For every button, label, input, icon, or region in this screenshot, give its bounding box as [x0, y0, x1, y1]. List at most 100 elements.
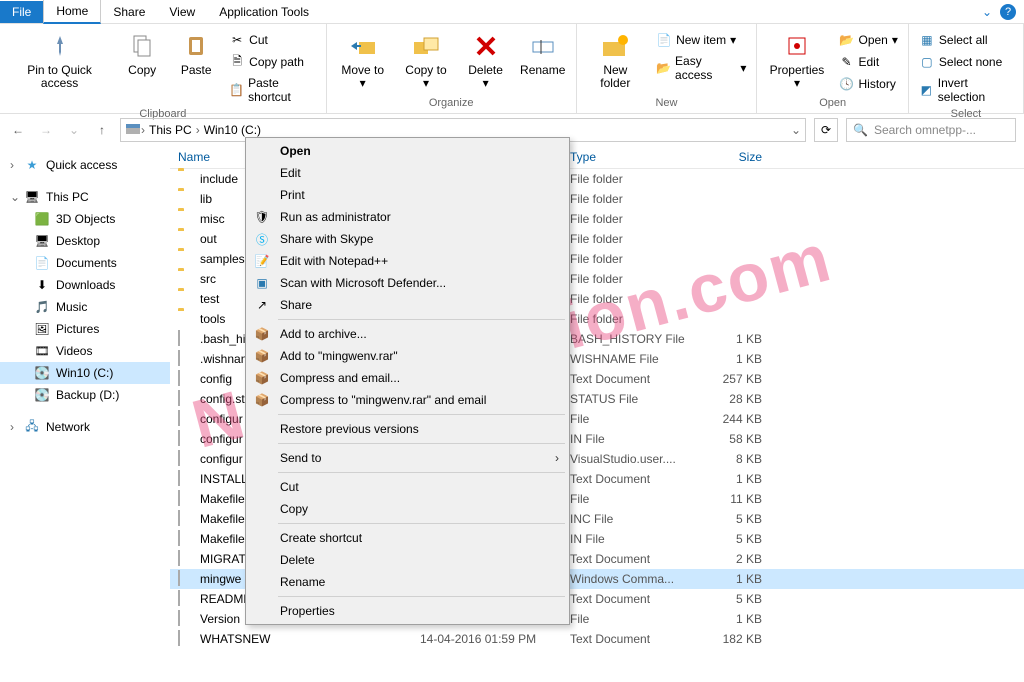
file-size: 1 KB	[700, 472, 770, 486]
file-icon	[178, 571, 194, 587]
new-folder-button[interactable]: New folder	[583, 26, 649, 94]
file-icon	[178, 531, 194, 547]
file-row[interactable]: WHATSNEW 14-04-2016 01:59 PM Text Docume…	[170, 629, 1024, 649]
sidebar-item[interactable]: 🎞Videos	[0, 340, 170, 362]
move-to-button[interactable]: Move to ▾	[333, 26, 393, 94]
navigation-pane: › ★ Quick access ⌄ 🖥 This PC 🟩3D Objects…	[0, 146, 170, 682]
new-item-button[interactable]: 📄New item ▾	[652, 30, 750, 50]
search-input[interactable]: 🔍 Search omnetpp-...	[846, 118, 1016, 142]
file-type: Text Document	[570, 552, 700, 566]
sidebar-item-label: Downloads	[56, 278, 115, 292]
select-all-button[interactable]: ▦Select all	[915, 30, 1017, 50]
nav-up-button[interactable]: ↑	[92, 120, 112, 140]
cut-button[interactable]: ✂Cut	[225, 30, 320, 50]
sidebar-item[interactable]: 🟩3D Objects	[0, 208, 170, 230]
copy-button[interactable]: Copy	[117, 26, 167, 81]
shield-icon: 🛡	[254, 209, 270, 225]
tab-file[interactable]: File	[0, 1, 43, 23]
delete-button[interactable]: Delete ▾	[459, 26, 512, 94]
sidebar-item[interactable]: 💽Backup (D:)	[0, 384, 170, 406]
menu-cut[interactable]: Cut	[248, 476, 567, 498]
copy-path-button[interactable]: 🗎Copy path	[225, 52, 320, 72]
file-name: README	[200, 592, 251, 606]
tab-share[interactable]: Share	[101, 1, 157, 23]
file-type: VisualStudio.user....	[570, 452, 700, 466]
rename-button[interactable]: Rename	[516, 26, 570, 81]
sidebar-quick-access[interactable]: › ★ Quick access	[0, 154, 170, 176]
sidebar-item-label: Videos	[56, 344, 92, 358]
sidebar-network[interactable]: › 🖧 Network	[0, 416, 170, 438]
group-open-label: Open	[763, 95, 901, 111]
ribbon: Pin to Quick access Copy Paste ✂Cut 🗎Cop…	[0, 24, 1024, 114]
menu-send-to[interactable]: Send to›	[248, 447, 567, 469]
nav-back-button[interactable]: ←	[8, 120, 28, 140]
chevron-down-icon: ⌄	[10, 190, 18, 204]
history-button[interactable]: 🕓History	[835, 74, 902, 94]
ribbon-tabs: File Home Share View Application Tools ⌄…	[0, 0, 1024, 24]
sidebar-item-label: Documents	[56, 256, 117, 270]
address-dropdown-icon[interactable]: ⌄	[791, 123, 801, 137]
menu-restore[interactable]: Restore previous versions	[248, 418, 567, 440]
refresh-button[interactable]: ⟳	[814, 118, 838, 142]
invert-selection-button[interactable]: ◩Invert selection	[915, 74, 1017, 106]
history-icon: 🕓	[839, 76, 855, 92]
menu-open[interactable]: Open	[248, 140, 567, 162]
menu-compress-email[interactable]: 📦Compress and email...	[248, 367, 567, 389]
menu-notepad[interactable]: 📝Edit with Notepad++	[248, 250, 567, 272]
open-button[interactable]: 📂Open ▾	[835, 30, 902, 50]
menu-delete[interactable]: Delete	[248, 549, 567, 571]
properties-button[interactable]: Properties ▾	[763, 26, 830, 94]
sidebar-item[interactable]: ⬇Downloads	[0, 274, 170, 296]
nav-recent-dropdown[interactable]: ⌄	[64, 120, 84, 140]
select-none-button[interactable]: ▢Select none	[915, 52, 1017, 72]
tab-home[interactable]: Home	[43, 0, 101, 24]
menu-share[interactable]: ↗Share	[248, 294, 567, 316]
help-icon[interactable]: ?	[1000, 4, 1016, 20]
menu-print[interactable]: Print	[248, 184, 567, 206]
folder-icon: 🖥	[34, 233, 50, 249]
copy-to-button[interactable]: Copy to ▾	[397, 26, 456, 94]
menu-copy[interactable]: Copy	[248, 498, 567, 520]
pin-quick-access-button[interactable]: Pin to Quick access	[6, 26, 113, 94]
menu-create-shortcut[interactable]: Create shortcut	[248, 527, 567, 549]
file-size: 8 KB	[700, 452, 770, 466]
ribbon-collapse-icon[interactable]: ⌄	[982, 5, 992, 19]
file-name: src	[200, 272, 216, 286]
breadcrumb-drive[interactable]: Win10 (C:)	[200, 123, 265, 137]
menu-skype[interactable]: ⓈShare with Skype	[248, 228, 567, 250]
sidebar-item[interactable]: 💽Win10 (C:)	[0, 362, 170, 384]
paste-icon	[180, 30, 212, 62]
sidebar-item[interactable]: 🎵Music	[0, 296, 170, 318]
menu-defender[interactable]: ▣Scan with Microsoft Defender...	[248, 272, 567, 294]
sidebar-item[interactable]: 🖥Desktop	[0, 230, 170, 252]
column-size[interactable]: Size	[700, 150, 770, 164]
menu-add-rar[interactable]: 📦Add to "mingwenv.rar"	[248, 345, 567, 367]
sidebar-item[interactable]: 📄Documents	[0, 252, 170, 274]
menu-archive[interactable]: 📦Add to archive...	[248, 323, 567, 345]
sidebar-item[interactable]: 🖼Pictures	[0, 318, 170, 340]
paste-shortcut-button[interactable]: 📋Paste shortcut	[225, 74, 320, 106]
paste-button[interactable]: Paste	[171, 26, 221, 81]
file-icon	[178, 411, 194, 427]
sidebar-this-pc[interactable]: ⌄ 🖥 This PC	[0, 186, 170, 208]
winrar-icon: 📦	[254, 348, 270, 364]
menu-properties[interactable]: Properties	[248, 600, 567, 622]
nav-forward-button[interactable]: →	[36, 120, 56, 140]
file-type: Text Document	[570, 592, 700, 606]
breadcrumb-this-pc[interactable]: This PC	[145, 123, 196, 137]
tab-view[interactable]: View	[157, 1, 207, 23]
file-type: File	[570, 412, 700, 426]
menu-edit[interactable]: Edit	[248, 162, 567, 184]
menu-compress-rar-email[interactable]: 📦Compress to "mingwenv.rar" and email	[248, 389, 567, 411]
file-name: test	[200, 292, 219, 306]
tab-application-tools[interactable]: Application Tools	[207, 1, 321, 23]
menu-rename[interactable]: Rename	[248, 571, 567, 593]
copy-to-icon	[410, 30, 442, 62]
file-type: Windows Comma...	[570, 572, 700, 586]
column-type[interactable]: Type	[570, 150, 700, 164]
edit-button[interactable]: ✎Edit	[835, 52, 902, 72]
file-type: File	[570, 612, 700, 626]
notepad-icon: 📝	[254, 253, 270, 269]
menu-run-admin[interactable]: 🛡Run as administrator	[248, 206, 567, 228]
easy-access-button[interactable]: 📂Easy access ▾	[652, 52, 750, 84]
